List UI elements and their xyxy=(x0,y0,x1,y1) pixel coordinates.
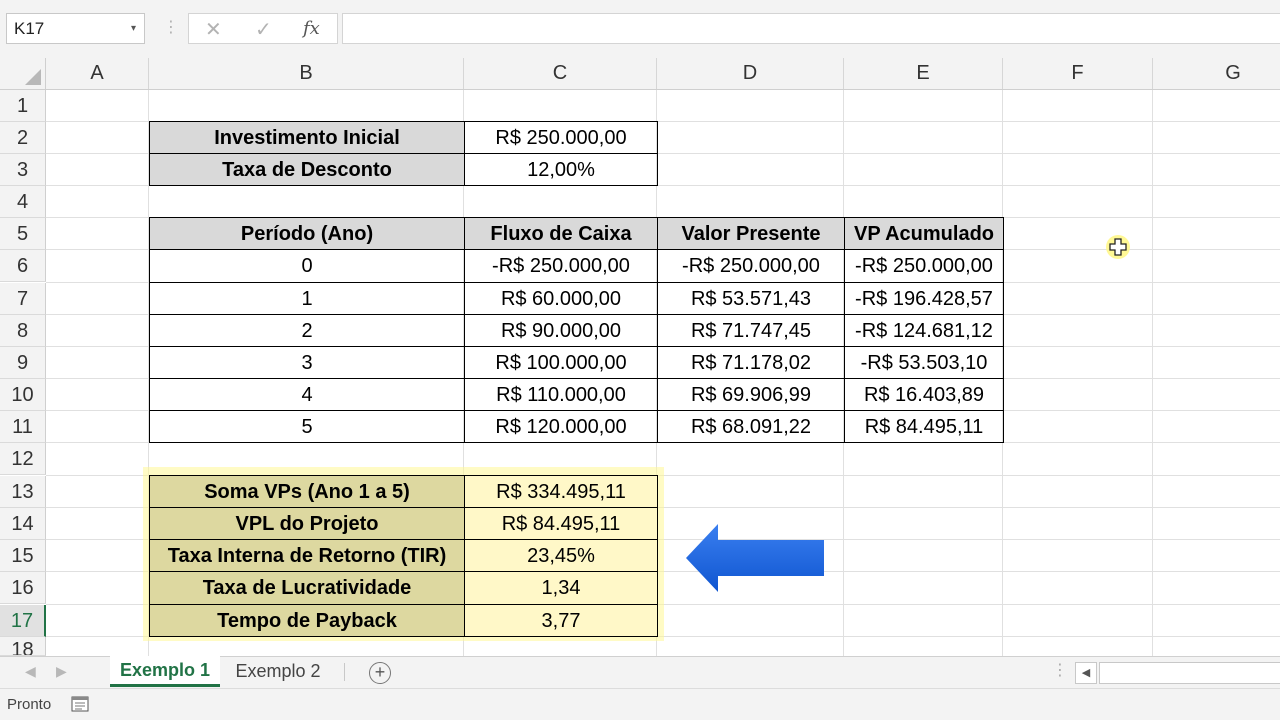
row-header-11[interactable]: 11 xyxy=(0,411,46,443)
table-cell[interactable]: 5 xyxy=(149,410,465,443)
prev-sheet-icon[interactable]: ◀ xyxy=(25,663,36,680)
formula-input[interactable] xyxy=(342,13,1280,44)
summary-value-payback[interactable]: 3,77 xyxy=(464,604,658,637)
formula-bar: K17 ▾ ⋮ ✕ ✓ fx xyxy=(0,0,1280,58)
table-cell[interactable]: R$ 100.000,00 xyxy=(464,346,658,379)
name-box-dropdown-icon[interactable]: ▾ xyxy=(131,14,136,43)
blue-arrow-left-icon xyxy=(686,524,824,592)
row-header-12[interactable]: 12 xyxy=(0,443,46,475)
select-all-button[interactable] xyxy=(0,58,46,89)
investimento-value-cell[interactable]: R$ 250.000,00 xyxy=(464,121,658,154)
taxa-value-cell[interactable]: 12,00% xyxy=(464,153,658,186)
row-header-17[interactable]: 17 xyxy=(0,605,46,637)
table-cell[interactable]: 2 xyxy=(149,314,465,347)
horizontal-scrollbar[interactable] xyxy=(1099,662,1280,684)
header-valor-presente[interactable]: Valor Presente xyxy=(657,217,845,250)
tab-exemplo-1[interactable]: Exemplo 1 xyxy=(110,656,220,687)
summary-label-lucratividade[interactable]: Taxa de Lucratividade xyxy=(149,571,465,605)
tab-divider xyxy=(344,663,345,681)
row-header-15[interactable]: 15 xyxy=(0,540,46,572)
summary-value-tir[interactable]: 23,45% xyxy=(464,539,658,572)
mouse-cursor-icon xyxy=(1106,235,1130,259)
enter-icon[interactable]: ✓ xyxy=(255,17,272,42)
formula-buttons: ✕ ✓ fx xyxy=(188,13,338,44)
table-cell[interactable]: 3 xyxy=(149,346,465,379)
table-cell[interactable]: R$ 53.571,43 xyxy=(657,282,845,315)
table-cell[interactable]: R$ 110.000,00 xyxy=(464,378,658,411)
table-cell[interactable]: R$ 16.403,89 xyxy=(844,378,1004,411)
table-cell[interactable]: R$ 60.000,00 xyxy=(464,282,658,315)
row-header-4[interactable]: 4 xyxy=(0,186,46,218)
tab-exemplo-2[interactable]: Exemplo 2 xyxy=(222,657,334,687)
table-cell[interactable]: -R$ 124.681,12 xyxy=(844,314,1004,347)
row-header-9[interactable]: 9 xyxy=(0,347,46,379)
status-text: Pronto xyxy=(7,696,52,713)
row-header-14[interactable]: 14 xyxy=(0,508,46,540)
table-cell[interactable]: R$ 71.178,02 xyxy=(657,346,845,379)
column-header-b[interactable]: B xyxy=(149,58,464,89)
table-cell[interactable]: R$ 84.495,11 xyxy=(844,410,1004,443)
insert-function-icon[interactable]: fx xyxy=(303,18,320,39)
table-cell[interactable]: 4 xyxy=(149,378,465,411)
formula-bar-grip-icon: ⋮ xyxy=(163,19,180,36)
table-cell[interactable]: 1 xyxy=(149,282,465,315)
taxa-label-cell[interactable]: Taxa de Desconto xyxy=(149,153,465,186)
table-cell[interactable]: -R$ 250.000,00 xyxy=(464,249,658,283)
row-header-13[interactable]: 13 xyxy=(0,476,46,508)
table-cell[interactable]: -R$ 196.428,57 xyxy=(844,282,1004,315)
summary-value-lucratividade[interactable]: 1,34 xyxy=(464,571,658,605)
sheet-tab-bar: ◀ ▶ Exemplo 1 Exemplo 2 + ⋮ ◀ xyxy=(0,656,1280,688)
row-header-3[interactable]: 3 xyxy=(0,154,46,186)
add-sheet-button[interactable]: + xyxy=(369,662,391,684)
table-cell[interactable]: -R$ 250.000,00 xyxy=(844,249,1004,283)
header-vp-acumulado[interactable]: VP Acumulado xyxy=(844,217,1004,250)
table-cell[interactable]: -R$ 250.000,00 xyxy=(657,249,845,283)
column-header-row: A B C D E F G xyxy=(0,58,1280,90)
row-header-1[interactable]: 1 xyxy=(0,90,46,122)
cancel-icon[interactable]: ✕ xyxy=(205,17,222,42)
name-box[interactable]: K17 ▾ xyxy=(6,13,145,44)
tab-splitter-grip-icon[interactable]: ⋮ xyxy=(1052,661,1068,681)
status-bar: Pronto xyxy=(0,688,1280,720)
macro-recording-icon[interactable] xyxy=(71,696,89,712)
row-header-8[interactable]: 8 xyxy=(0,315,46,347)
table-cell[interactable]: R$ 120.000,00 xyxy=(464,410,658,443)
summary-label-soma-vps[interactable]: Soma VPs (Ano 1 a 5) xyxy=(149,475,465,508)
summary-label-vpl[interactable]: VPL do Projeto xyxy=(149,507,465,540)
column-header-f[interactable]: F xyxy=(1003,58,1153,89)
column-header-a[interactable]: A xyxy=(46,58,149,89)
summary-label-payback[interactable]: Tempo de Payback xyxy=(149,604,465,637)
table-cell[interactable]: R$ 68.091,22 xyxy=(657,410,845,443)
table-cell[interactable]: R$ 90.000,00 xyxy=(464,314,658,347)
row-header-5[interactable]: 5 xyxy=(0,218,46,250)
header-periodo[interactable]: Período (Ano) xyxy=(149,217,465,250)
scroll-left-button[interactable]: ◀ xyxy=(1075,662,1097,684)
row-header-2[interactable]: 2 xyxy=(0,122,46,154)
column-header-d[interactable]: D xyxy=(657,58,844,89)
table-cell[interactable]: R$ 71.747,45 xyxy=(657,314,845,347)
investimento-label-cell[interactable]: Investimento Inicial xyxy=(149,121,465,154)
column-header-e[interactable]: E xyxy=(844,58,1003,89)
header-fluxo[interactable]: Fluxo de Caixa xyxy=(464,217,658,250)
table-cell[interactable]: -R$ 53.503,10 xyxy=(844,346,1004,379)
table-cell[interactable]: 0 xyxy=(149,249,465,283)
row-header-16[interactable]: 16 xyxy=(0,572,46,604)
row-header-6[interactable]: 6 xyxy=(0,250,46,282)
column-header-g[interactable]: G xyxy=(1153,58,1280,89)
name-box-value: K17 xyxy=(14,19,45,38)
summary-value-soma-vps[interactable]: R$ 334.495,11 xyxy=(464,475,658,508)
row-header-18[interactable]: 18 xyxy=(0,637,46,656)
row-header-7[interactable]: 7 xyxy=(0,283,46,315)
table-cell[interactable]: R$ 69.906,99 xyxy=(657,378,845,411)
column-header-c[interactable]: C xyxy=(464,58,657,89)
summary-label-tir[interactable]: Taxa Interna de Retorno (TIR) xyxy=(149,539,465,572)
next-sheet-icon[interactable]: ▶ xyxy=(56,663,67,680)
row-header-10[interactable]: 10 xyxy=(0,379,46,411)
summary-value-vpl[interactable]: R$ 84.495,11 xyxy=(464,507,658,540)
